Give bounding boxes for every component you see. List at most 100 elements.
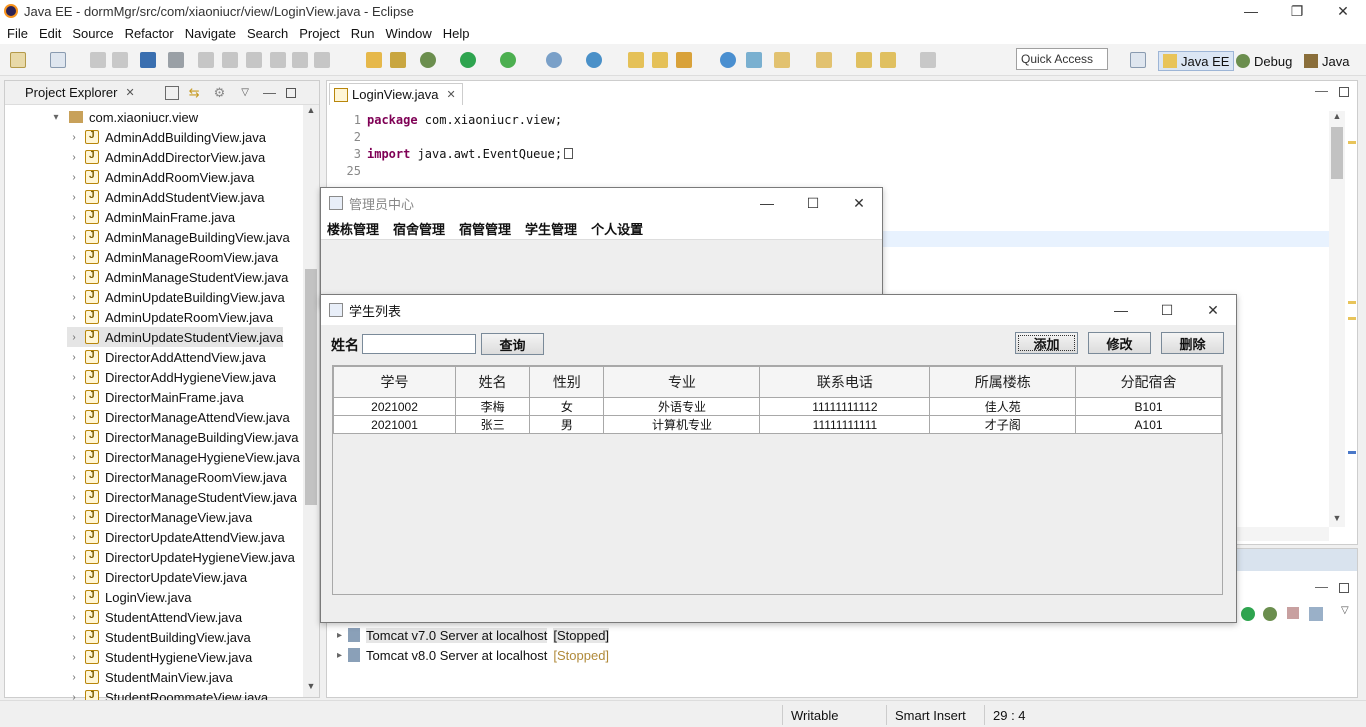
column-header-name[interactable]: 姓名: [455, 366, 531, 398]
editor-tab-loginview[interactable]: LoginView.java ✕: [329, 83, 463, 105]
pencil-icon[interactable]: [676, 52, 692, 68]
chevron-right-icon[interactable]: ›: [67, 312, 81, 323]
chevron-right-icon[interactable]: ›: [67, 152, 81, 163]
menu-navigate[interactable]: Navigate: [185, 26, 236, 41]
chevron-right-icon[interactable]: ›: [67, 512, 81, 523]
close-icon[interactable]: ✕: [447, 88, 456, 101]
chevron-right-icon[interactable]: ›: [67, 392, 81, 403]
table-cell[interactable]: 计算机专业: [603, 415, 761, 434]
new-icon[interactable]: [10, 52, 26, 68]
chevron-down-icon[interactable]: ▾: [49, 112, 63, 123]
chevron-right-icon[interactable]: ›: [67, 172, 81, 183]
code-line[interactable]: 3 import java.awt.EventQueue;: [327, 145, 574, 162]
open-type-icon[interactable]: [390, 52, 406, 68]
edit-button[interactable]: 修改: [1088, 332, 1151, 354]
open-perspective-icon[interactable]: [1130, 52, 1146, 68]
table-cell[interactable]: 2021001: [332, 415, 457, 434]
table-cell[interactable]: 男: [529, 415, 605, 434]
chevron-right-icon[interactable]: ›: [67, 232, 81, 243]
chevron-right-icon[interactable]: ›: [67, 652, 81, 663]
debug-icon[interactable]: [420, 52, 436, 68]
chevron-right-icon[interactable]: ›: [67, 372, 81, 383]
open-task-icon[interactable]: [366, 52, 382, 68]
menu-personal-settings[interactable]: 个人设置: [591, 219, 643, 238]
scroll-down-icon[interactable]: ▼: [303, 681, 319, 697]
link-editor-icon[interactable]: ⇆: [189, 85, 200, 101]
prev-annotation-icon[interactable]: [816, 52, 832, 68]
perspective-java-ee[interactable]: Java EE: [1158, 51, 1235, 71]
publish-icon[interactable]: [1309, 607, 1323, 621]
next-annotation-icon[interactable]: [774, 52, 790, 68]
tree-item-file[interactable]: › AdminMainFrame.java: [67, 207, 235, 227]
maximize-icon[interactable]: ☐: [1144, 295, 1190, 325]
tree-item-file[interactable]: › DirectorManageView.java: [67, 507, 252, 527]
step-return-icon[interactable]: [314, 52, 330, 68]
chevron-right-icon[interactable]: ›: [67, 352, 81, 363]
tree-item-file[interactable]: › LoginView.java: [67, 587, 191, 607]
chevron-right-icon[interactable]: ▸: [337, 650, 342, 661]
table-cell[interactable]: 女: [529, 397, 605, 416]
column-header-dorm[interactable]: 分配宿舍: [1075, 366, 1222, 398]
chevron-right-icon[interactable]: ›: [67, 592, 81, 603]
tree-item-file[interactable]: › DirectorManageBuildingView.java: [67, 427, 298, 447]
folded-code-icon[interactable]: [564, 148, 574, 159]
tree-item-file[interactable]: › AdminUpdateStudentView.java: [67, 327, 284, 347]
tree-item-file[interactable]: › DirectorUpdateHygieneView.java: [67, 547, 294, 567]
tree-item-file[interactable]: › AdminAddStudentView.java: [67, 187, 264, 207]
maximize-icon[interactable]: [285, 87, 296, 98]
table-cell[interactable]: 2021002: [332, 397, 457, 416]
chevron-right-icon[interactable]: ›: [67, 532, 81, 543]
chevron-right-icon[interactable]: ›: [67, 632, 81, 643]
collapse-all-icon[interactable]: [164, 85, 179, 100]
last-edit-icon[interactable]: [856, 52, 872, 68]
minimize-icon[interactable]: —: [744, 188, 790, 218]
stop-server-icon[interactable]: [1287, 607, 1299, 619]
tree-item-file[interactable]: › DirectorAddAttendView.java: [67, 347, 266, 367]
editor-scrollbar[interactable]: ▲ ▼: [1329, 111, 1345, 527]
filter-icon[interactable]: ⚙: [214, 85, 226, 101]
restore-icon[interactable]: ❐: [1274, 0, 1320, 22]
menu-dorm-management[interactable]: 宿舍管理: [393, 219, 445, 238]
chevron-right-icon[interactable]: ›: [67, 292, 81, 303]
chevron-right-icon[interactable]: ›: [67, 412, 81, 423]
tree-item-file[interactable]: › StudentAttendView.java: [67, 607, 242, 627]
chevron-right-icon[interactable]: ›: [67, 272, 81, 283]
run-icon[interactable]: [460, 52, 476, 68]
minimize-icon[interactable]: —: [1228, 0, 1274, 22]
table-row[interactable]: 2021002 李梅 女 外语专业 11111111112 佳人苑 B101: [332, 397, 1222, 416]
warning-marker[interactable]: [1348, 141, 1356, 144]
menu-search[interactable]: Search: [247, 26, 288, 41]
search-button[interactable]: 查询: [481, 333, 544, 355]
tree-item-file[interactable]: › DirectorMainFrame.java: [67, 387, 243, 407]
occurrence-marker[interactable]: [1348, 451, 1356, 454]
terminate-icon[interactable]: [246, 52, 262, 68]
chevron-right-icon[interactable]: ›: [67, 192, 81, 203]
tree-item-file[interactable]: › DirectorManageStudentView.java: [67, 487, 297, 507]
chevron-right-icon[interactable]: ›: [67, 472, 81, 483]
menu-refactor[interactable]: Refactor: [125, 26, 174, 41]
tree-item-file[interactable]: › DirectorManageHygieneView.java: [67, 447, 300, 467]
debug-server-icon[interactable]: [1263, 607, 1277, 621]
warning-marker[interactable]: [1348, 317, 1356, 320]
name-search-input[interactable]: [362, 334, 476, 354]
close-icon[interactable]: ✕: [1320, 0, 1366, 22]
tree-item-file[interactable]: › AdminManageStudentView.java: [67, 267, 288, 287]
menu-project[interactable]: Project: [299, 26, 339, 41]
step-into-icon[interactable]: [270, 52, 286, 68]
maximize-icon[interactable]: ☐: [790, 188, 836, 218]
view-menu-icon[interactable]: ▽: [1341, 605, 1349, 616]
tree-item-file[interactable]: › DirectorUpdateView.java: [67, 567, 247, 587]
column-header-student-id[interactable]: 学号: [332, 366, 457, 398]
save-all-icon[interactable]: [112, 52, 128, 68]
chevron-right-icon[interactable]: ▸: [337, 630, 342, 641]
table-cell[interactable]: A101: [1075, 415, 1222, 434]
menu-student-management[interactable]: 学生管理: [525, 219, 577, 238]
chevron-right-icon[interactable]: ›: [67, 452, 81, 463]
close-icon[interactable]: ✕: [125, 86, 134, 99]
chevron-right-icon[interactable]: ›: [67, 552, 81, 563]
maximize-icon[interactable]: [1339, 87, 1349, 97]
menu-window[interactable]: Window: [386, 26, 432, 41]
delete-button[interactable]: 删除: [1161, 332, 1224, 354]
resume-icon[interactable]: [198, 52, 214, 68]
tree-item-file[interactable]: › AdminAddBuildingView.java: [67, 127, 266, 147]
